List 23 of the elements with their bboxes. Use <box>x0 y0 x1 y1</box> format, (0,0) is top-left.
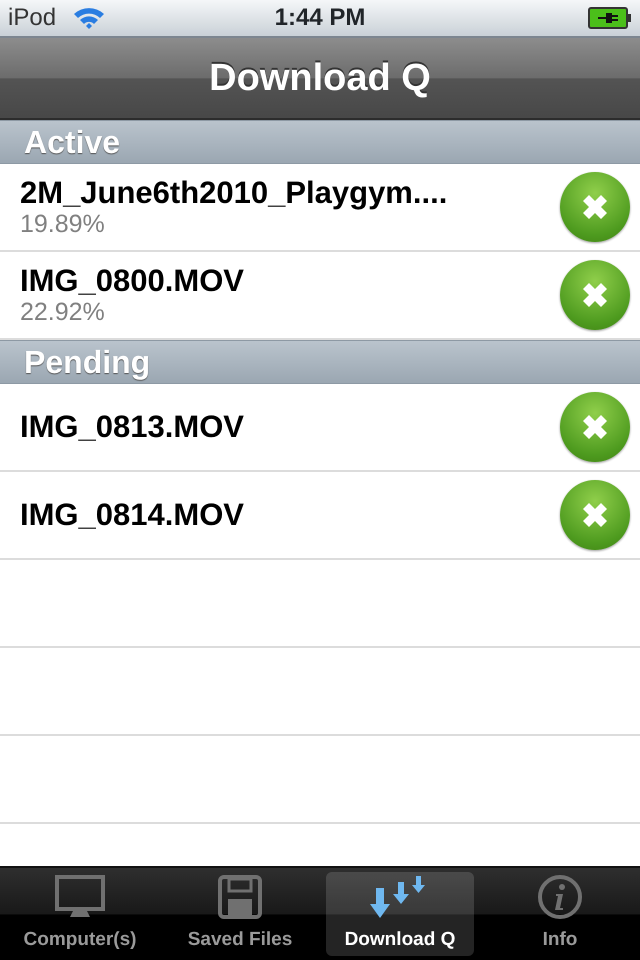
cancel-button[interactable] <box>560 172 630 242</box>
screen-title: Download Q <box>209 56 431 100</box>
info-icon <box>537 874 583 920</box>
file-name: IMG_0800.MOV <box>20 263 245 300</box>
wifi-icon <box>72 5 106 31</box>
cancel-button[interactable] <box>560 260 630 330</box>
file-name: IMG_0813.MOV <box>20 409 245 445</box>
battery-icon <box>588 7 632 29</box>
tab[interactable]: Computer(s) <box>6 872 154 956</box>
carrier-name: iPod <box>8 3 56 33</box>
clock-time: 1:44 PM <box>274 4 366 31</box>
cancel-button[interactable] <box>560 392 630 462</box>
monitor-icon <box>54 874 106 920</box>
tab[interactable]: Saved Files <box>166 872 314 956</box>
progress-percent: 19.89% <box>20 211 106 239</box>
file-name: 2M_June6th2010_Playgym.... <box>20 175 448 212</box>
tab[interactable]: Info <box>486 872 634 956</box>
cancel-button[interactable] <box>560 480 630 550</box>
progress-percent: 22.92% <box>20 299 106 327</box>
file-name: IMG_0814.MOV <box>20 497 245 533</box>
tab[interactable]: Download Q <box>326 872 474 956</box>
section-header: Pending <box>24 343 150 382</box>
section-header: Active <box>24 123 120 162</box>
